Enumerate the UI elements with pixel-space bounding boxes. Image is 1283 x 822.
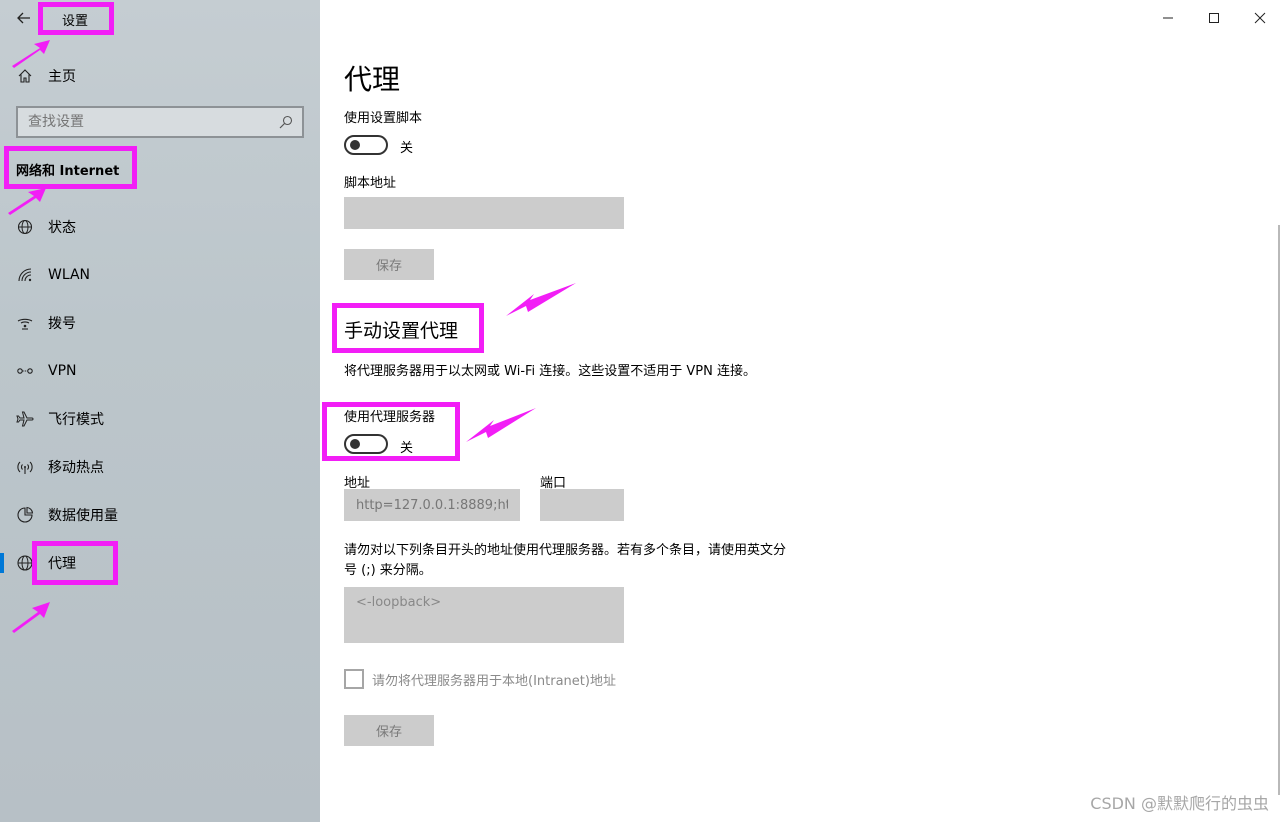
arrow-icon <box>8 188 46 215</box>
arrow-icon <box>506 283 576 316</box>
arrow-icon <box>12 602 50 633</box>
annotation-arrows <box>8 40 576 633</box>
arrow-icon <box>12 40 50 68</box>
arrow-icon <box>466 408 536 442</box>
